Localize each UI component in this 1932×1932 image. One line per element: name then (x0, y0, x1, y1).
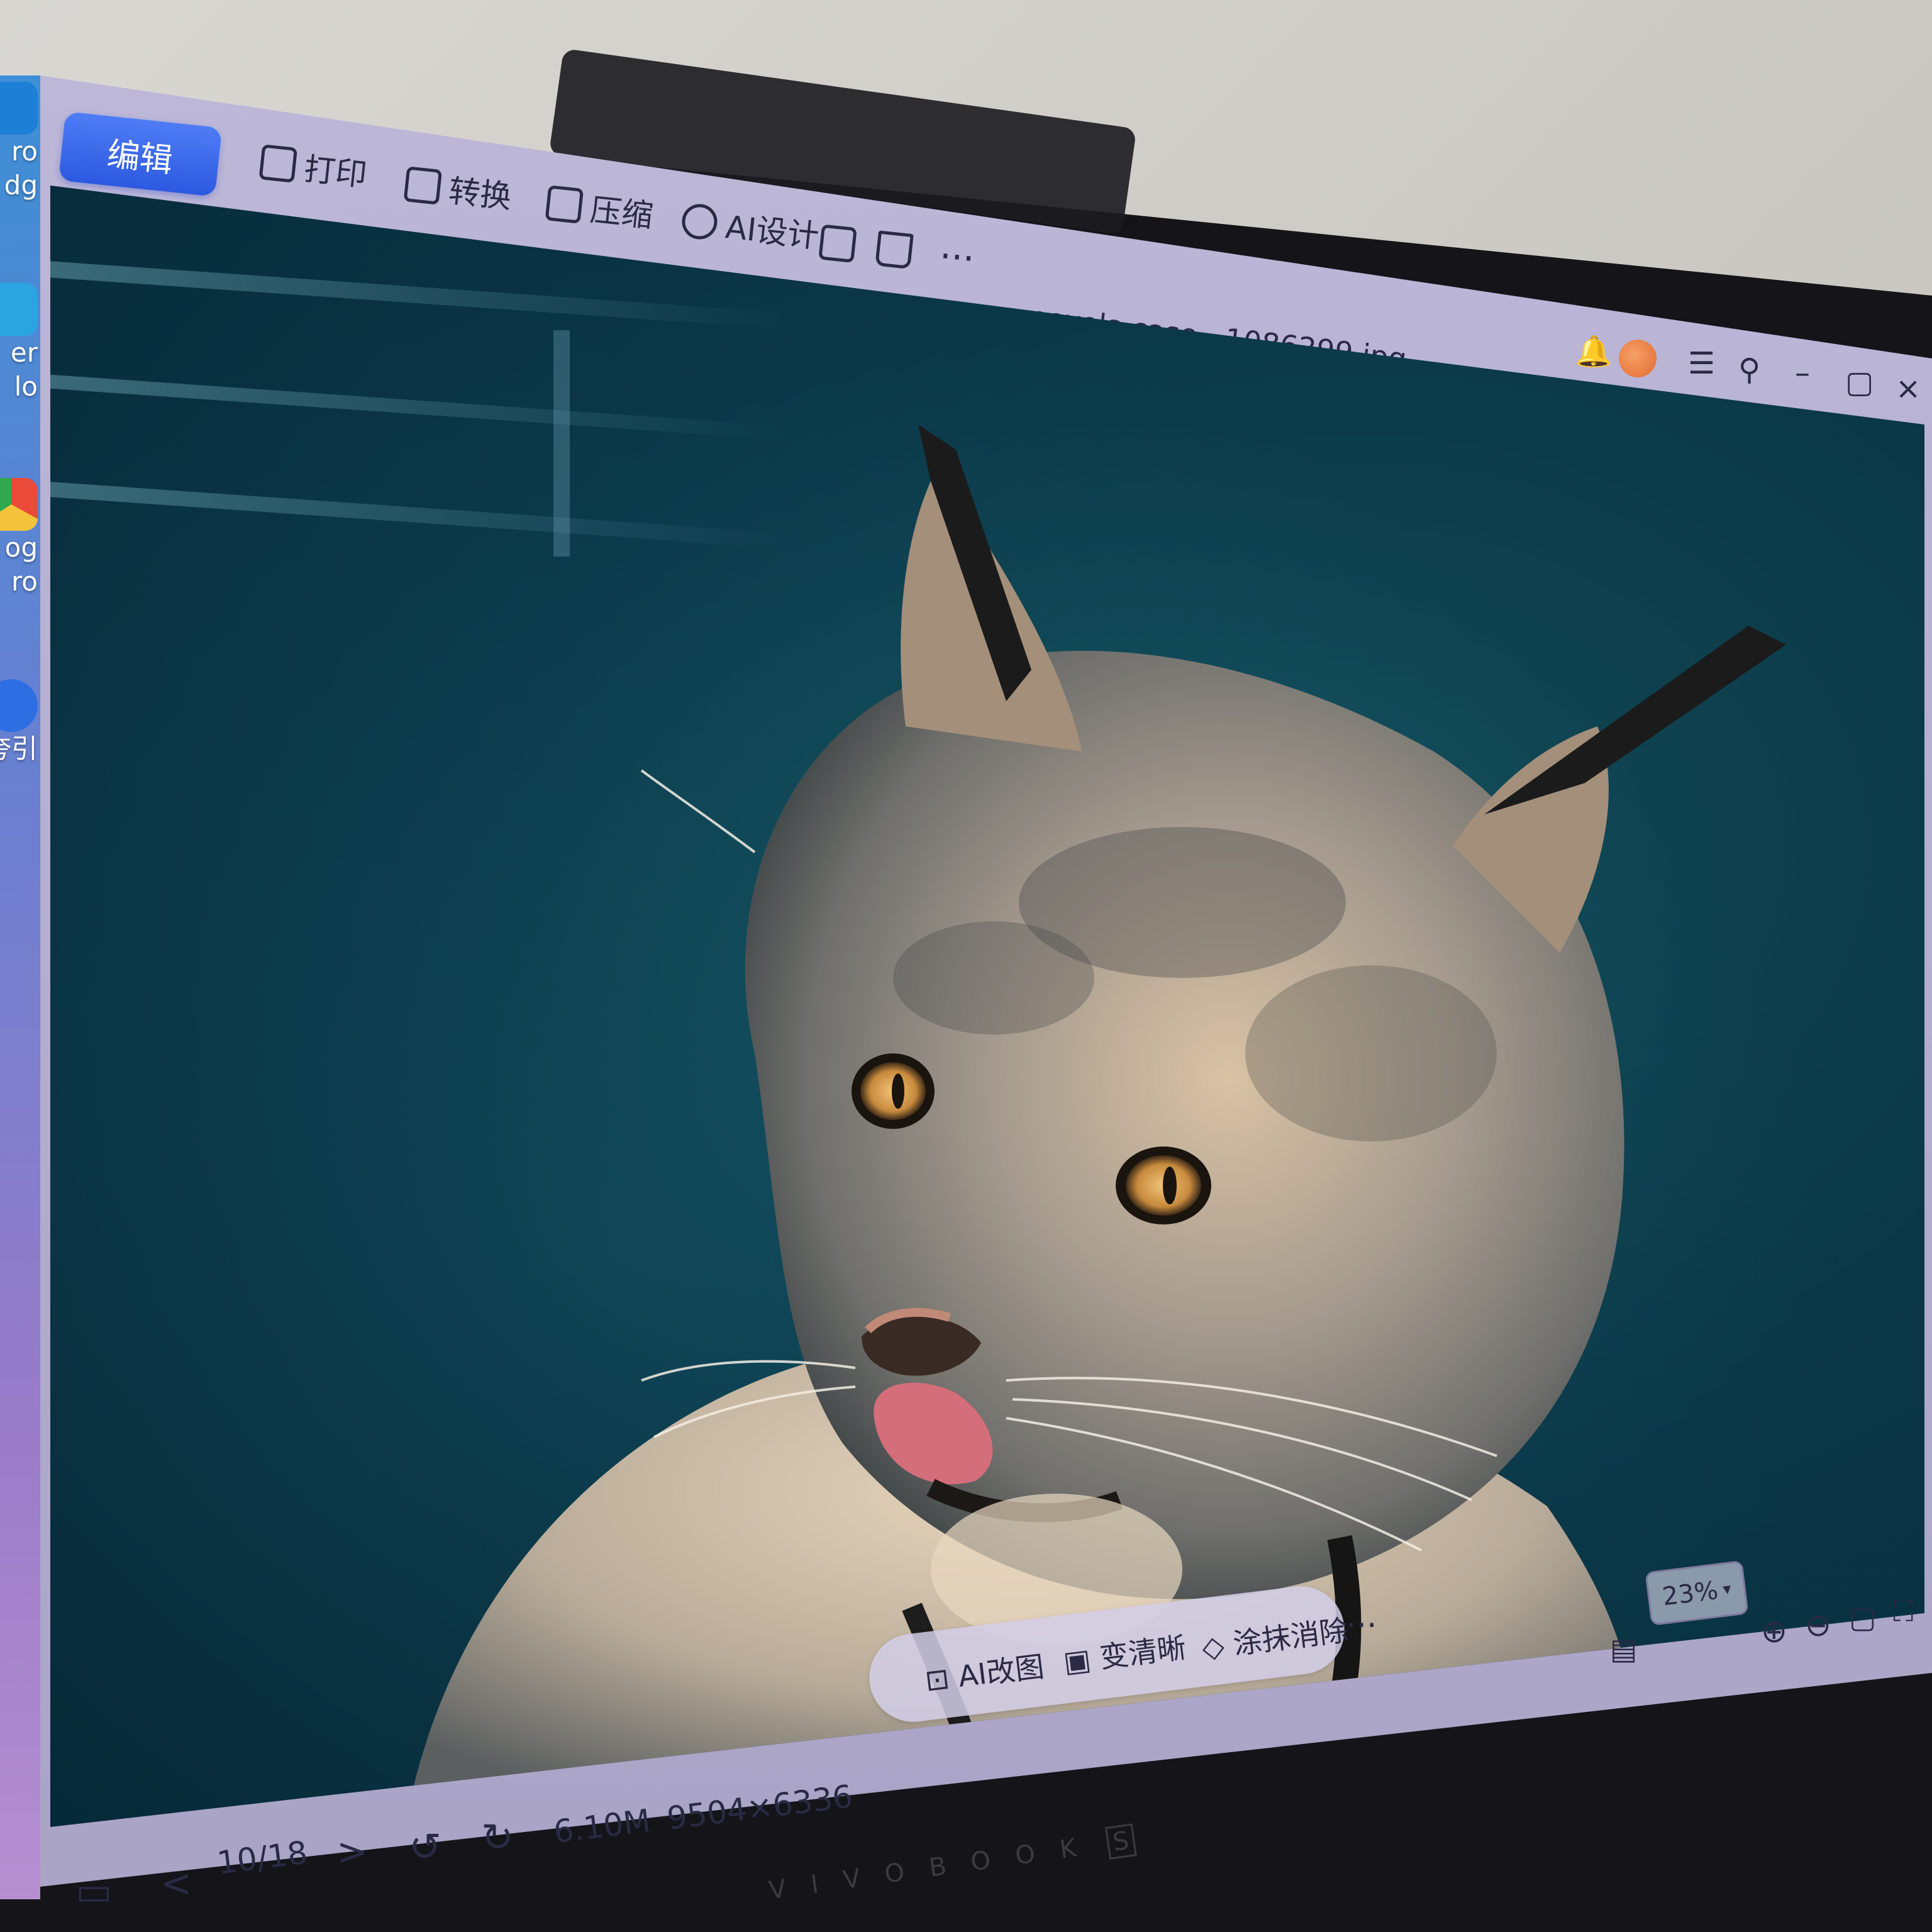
close-button[interactable]: × (1896, 371, 1921, 406)
desktop-icon-edge[interactable]: ro dg (0, 82, 38, 203)
avatar[interactable] (1619, 340, 1657, 377)
rotate-left-icon[interactable]: ↺ (409, 1824, 441, 1870)
compress-label: 压缩 (588, 191, 655, 235)
actual-size-icon[interactable]: ▤ (1610, 1632, 1637, 1666)
file-size: 6.10M (552, 1802, 653, 1851)
compress-button[interactable]: 压缩 (545, 180, 656, 236)
convert-label: 转换 (447, 172, 514, 216)
zoom-out-icon[interactable]: ⊖ (1805, 1607, 1831, 1643)
more-button[interactable]: ··· (938, 234, 977, 280)
print-label: 打印 (302, 150, 369, 194)
desktop-icon-label: ro dg (4, 136, 38, 201)
edit-button[interactable]: 编辑 (58, 111, 223, 197)
desktop-icon-chrome[interactable]: og ro (0, 478, 38, 599)
ai-design-icon (680, 202, 719, 242)
minimize-button[interactable]: – (1795, 355, 1810, 391)
desktop-icon-label: 夸引 (0, 733, 38, 764)
ai-more-button[interactable]: ··· (1346, 1607, 1377, 1645)
quark-icon (0, 679, 38, 732)
maximize-button[interactable]: ▢ (1845, 365, 1874, 400)
bell-icon[interactable]: 🔔 (1575, 333, 1613, 369)
print-button[interactable]: 打印 (258, 139, 370, 195)
convert-icon (403, 166, 443, 205)
desktop-icon-label: er lo (10, 337, 38, 402)
eraser-icon: ◇ (1199, 1627, 1236, 1665)
ai-edit-icon: ⊡ (923, 1660, 961, 1698)
rotate-right-icon[interactable]: ↻ (481, 1814, 514, 1860)
fit-window-icon[interactable]: ▢ (1849, 1601, 1876, 1635)
desktop-icon-quark[interactable]: 夸引 (0, 679, 38, 766)
prev-button[interactable]: < (160, 1862, 192, 1906)
delete-button[interactable] (875, 230, 922, 270)
convert-button[interactable]: 转换 (403, 161, 514, 217)
printer-icon (258, 144, 298, 183)
ai-design-button[interactable]: AI设计 (680, 197, 821, 257)
desktop-icon-ie[interactable]: er lo (0, 283, 38, 404)
trash-icon (875, 230, 914, 270)
zoom-in-icon[interactable]: ⊕ (1761, 1613, 1787, 1650)
copy-icon (818, 224, 857, 264)
desktop-icon-label: og ro (4, 532, 38, 597)
next-button[interactable]: > (336, 1830, 368, 1874)
chevron-down-icon: ▾ (1721, 1579, 1733, 1599)
image-dimensions: 9504×6336 (665, 1778, 855, 1837)
zoom-value: 23% (1660, 1576, 1720, 1612)
fullscreen-icon[interactable]: ⛶ (1893, 1594, 1913, 1629)
edge-icon (0, 82, 38, 135)
hd-icon: ▣ (1061, 1641, 1102, 1679)
chrome-icon (0, 478, 38, 531)
menu-icon[interactable]: ☰ (1688, 346, 1715, 381)
ai-design-label: AI设计 (723, 209, 821, 255)
thumbnail-toggle-icon[interactable]: ▭ (75, 1868, 113, 1914)
compress-icon (545, 185, 584, 224)
ie-icon (0, 283, 38, 336)
pin-icon[interactable]: ⚲ (1738, 352, 1760, 387)
copy-button[interactable] (818, 224, 865, 264)
